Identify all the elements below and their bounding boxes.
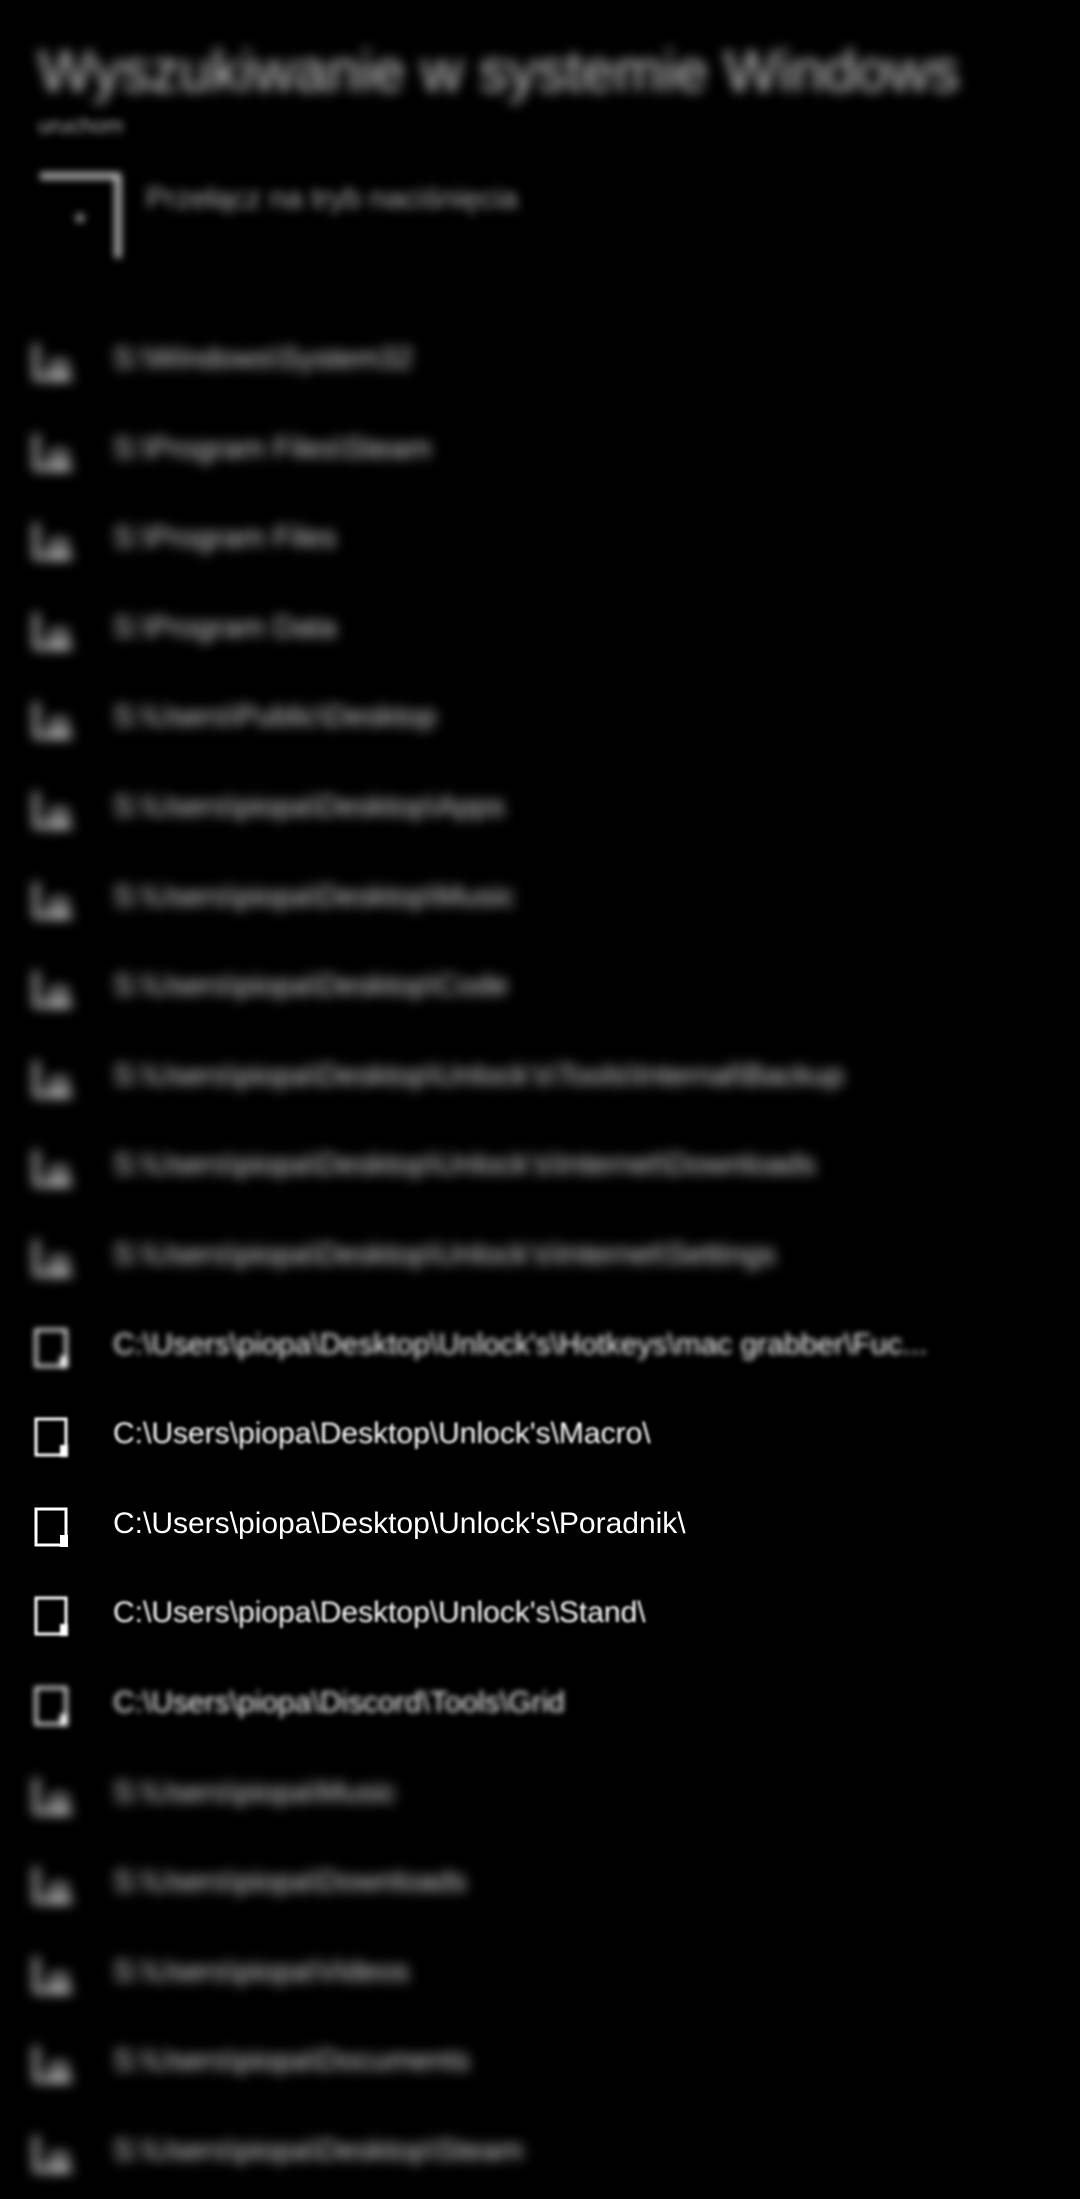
- results-list: S:\Windows\System32 S:\Program Files\Stea…: [0, 318, 1080, 2199]
- list-item[interactable]: S:\Users\piopa\Desktop\Steam: [0, 2110, 1080, 2199]
- list-item[interactable]: S:\Users\Public\Desktop: [0, 676, 1080, 766]
- window-title: Wyszukiwanie w systemie Windows: [38, 39, 960, 104]
- list-item-path: C:\Users\piopa\Desktop\Unlock's\Poradnik…: [113, 1506, 686, 1540]
- folder-shortcut-icon: [32, 1863, 76, 1907]
- list-item-path: S:\Users\piopa\Music: [113, 1775, 397, 1809]
- list-item-path: C:\Users\piopa\Desktop\Unlock's\Hotkeys\…: [113, 1327, 928, 1361]
- list-item[interactable]: S:\Program Data: [0, 587, 1080, 677]
- list-item[interactable]: S:\Windows\System32: [0, 318, 1080, 408]
- list-item[interactable]: S:\Program Files: [0, 497, 1080, 587]
- folder-shortcut-icon: [32, 2042, 76, 2086]
- list-item[interactable]: S:\Program Files\Steam: [0, 408, 1080, 498]
- folder-shortcut-icon: [32, 967, 76, 1011]
- list-item[interactable]: S:\Users\piopa\Downloads: [0, 1841, 1080, 1931]
- folder-shortcut-icon: [32, 1057, 76, 1101]
- folder-shortcut-icon: [32, 430, 76, 474]
- folder-shortcut-icon: [32, 1146, 76, 1190]
- top-item[interactable]: Przełącz na tryb naciśnięcia: [38, 170, 638, 260]
- list-item-path: S:\Users\piopa\Desktop\Unlock's\Internet…: [113, 1148, 816, 1182]
- list-item[interactable]: S:\Users\piopa\Documents: [0, 2020, 1080, 2110]
- list-item-path: S:\Users\piopa\Desktop\Unlock's\Internet…: [113, 1237, 776, 1271]
- list-item[interactable]: C:\Users\piopa\Desktop\Unlock's\Macro\: [0, 1393, 1080, 1483]
- list-item[interactable]: S:\Users\piopa\Desktop\Music: [0, 856, 1080, 946]
- list-item[interactable]: S:\Users\piopa\Desktop\Code: [0, 945, 1080, 1035]
- list-item[interactable]: S:\Users\piopa\Desktop\Unlock's\Internet…: [0, 1124, 1080, 1214]
- list-item[interactable]: C:\Users\piopa\Desktop\Unlock's\Stand\: [0, 1572, 1080, 1662]
- list-item[interactable]: S:\Users\piopa\Desktop\Unlock's\Tools\In…: [0, 1035, 1080, 1125]
- folder-shortcut-icon: [32, 1774, 76, 1818]
- list-item-path: S:\Program Data: [113, 610, 337, 644]
- list-item[interactable]: S:\Users\piopa\Videos: [0, 1931, 1080, 2021]
- list-item-path: S:\Program Files\Steam: [113, 431, 432, 465]
- list-item-path: C:\Users\piopa\Desktop\Unlock's\Stand\: [113, 1596, 646, 1630]
- list-item-path: S:\Users\piopa\Documents: [113, 2044, 470, 2078]
- list-item-path: S:\Users\Public\Desktop: [113, 700, 437, 734]
- list-item-path: C:\Users\piopa\Desktop\Unlock's\Macro\: [113, 1417, 651, 1451]
- list-item[interactable]: S:\Users\piopa\Music: [0, 1752, 1080, 1842]
- search-header: Wyszukiwanie w systemie Windows uruchom: [38, 38, 1038, 139]
- folder-shortcut-icon: [32, 519, 76, 563]
- list-item[interactable]: C:\Users\piopa\Desktop\Unlock's\Hotkeys\…: [0, 1304, 1080, 1394]
- folder-shortcut-icon: [32, 340, 76, 384]
- folder-shortcut-icon: [32, 2132, 76, 2176]
- window-subtitle: uruchom: [38, 113, 124, 138]
- top-item-label: Przełącz na tryb naciśnięcia: [146, 182, 518, 215]
- folder-icon: [32, 1594, 76, 1638]
- folder-shortcut-icon: [32, 698, 76, 742]
- folder-icon: [32, 1326, 76, 1370]
- folder-shortcut-icon: [32, 788, 76, 832]
- list-item-path: S:\Users\piopa\Desktop\Steam: [113, 2133, 524, 2167]
- list-item[interactable]: C:\Users\piopa\Discord\Tools\Grid: [0, 1662, 1080, 1752]
- list-item-path: C:\Users\piopa\Discord\Tools\Grid: [113, 1685, 565, 1719]
- list-item-path: S:\Users\piopa\Downloads: [113, 1865, 467, 1899]
- list-item-path: S:\Windows\System32: [113, 342, 414, 375]
- list-item-path: S:\Users\piopa\Videos: [113, 1954, 410, 1988]
- list-item-path: S:\Users\piopa\Desktop\Music: [113, 879, 515, 913]
- folder-shortcut-icon: [32, 1953, 76, 1997]
- list-item-path: S:\Users\piopa\Desktop\Apps: [113, 789, 505, 823]
- folder-shortcut-icon: [32, 878, 76, 922]
- folder-shortcut-icon: [32, 1236, 76, 1280]
- list-item-path: S:\Users\piopa\Desktop\Code: [113, 969, 509, 1003]
- corner-bracket-icon: [40, 173, 121, 258]
- folder-icon: [32, 1505, 76, 1549]
- list-item[interactable]: S:\Users\piopa\Desktop\Apps: [0, 766, 1080, 856]
- folder-icon: [32, 1684, 76, 1728]
- folder-shortcut-icon: [32, 609, 76, 653]
- list-item-path: S:\Users\piopa\Desktop\Unlock's\Tools\In…: [113, 1058, 845, 1092]
- list-item[interactable]: S:\Users\piopa\Desktop\Unlock's\Internet…: [0, 1214, 1080, 1304]
- list-item-path: S:\Program Files: [113, 521, 337, 555]
- folder-icon: [32, 1415, 76, 1459]
- list-item[interactable]: C:\Users\piopa\Desktop\Unlock's\Poradnik…: [0, 1483, 1080, 1573]
